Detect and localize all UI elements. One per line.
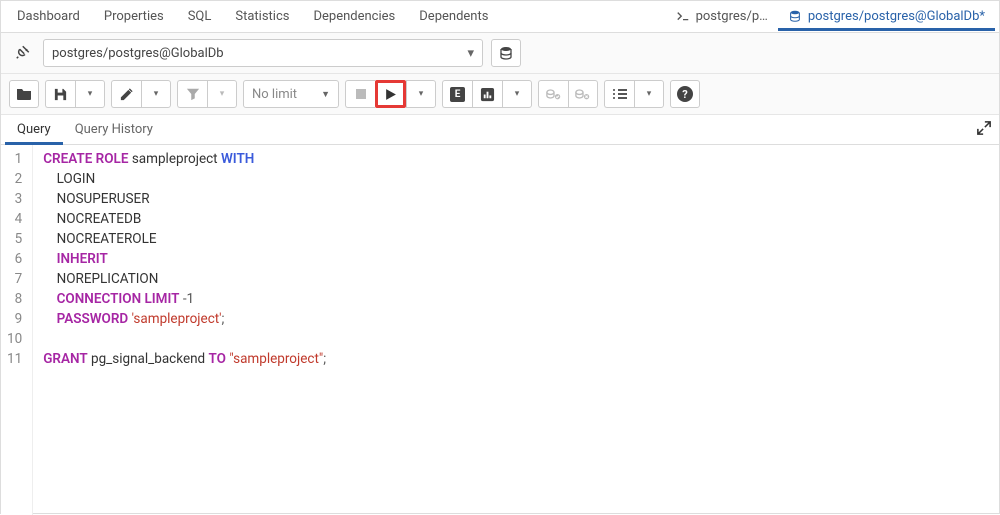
filter-button[interactable] — [177, 80, 207, 108]
save-icon — [53, 87, 68, 102]
connection-value: postgres/postgres@GlobalDb — [52, 46, 224, 61]
subtab-history[interactable]: Query History — [63, 115, 165, 144]
line-num: 5 — [7, 229, 22, 249]
stop-button[interactable] — [345, 80, 375, 108]
filter-group: ▾ — [177, 80, 237, 108]
execute-button[interactable] — [375, 80, 406, 108]
tab-statistics[interactable]: Statistics — [223, 2, 301, 31]
file-tab-active-label: postgres/postgres@GlobalDb* — [808, 9, 985, 24]
line-num: 2 — [7, 169, 22, 189]
explain-group: E ▾ — [442, 80, 532, 108]
execute-dropdown[interactable]: ▾ — [406, 80, 436, 108]
new-connection-button[interactable] — [491, 39, 521, 67]
commit-icon — [546, 87, 562, 101]
limit-label: No limit — [252, 87, 297, 102]
file-tab-inactive-label: postgres/p… — [696, 9, 768, 24]
expand-editor-button[interactable] — [977, 121, 991, 135]
terminal-icon — [676, 10, 690, 24]
chevron-down-icon: ▾ — [467, 46, 474, 61]
bar-chart-icon — [480, 87, 495, 102]
macros-dropdown[interactable]: ▾ — [634, 80, 664, 108]
rollback-icon — [575, 87, 591, 101]
line-num: 3 — [7, 189, 22, 209]
chevron-down-icon: ▼ — [321, 89, 330, 100]
subtab-query[interactable]: Query — [5, 115, 63, 145]
line-num: 10 — [7, 329, 22, 349]
explain-icon: E — [450, 87, 465, 102]
database-icon — [498, 45, 514, 61]
edit-button[interactable] — [111, 80, 141, 108]
open-file-button[interactable] — [9, 80, 39, 108]
chevron-down-icon: ▾ — [515, 89, 520, 99]
pencil-icon — [119, 87, 134, 102]
chevron-down-icon: ▾ — [220, 89, 225, 99]
save-group: ▾ — [45, 80, 105, 108]
sql-editor[interactable]: 1 2 3 4 5 6 7 8 9 10 11 CREATE ROLE samp… — [1, 145, 999, 515]
line-num: 9 — [7, 309, 22, 329]
analyze-button[interactable] — [472, 80, 502, 108]
analyze-dropdown[interactable]: ▾ — [502, 80, 532, 108]
connection-row: postgres/postgres@GlobalDb ▾ — [1, 33, 999, 74]
line-num: 6 — [7, 249, 22, 269]
query-toolbar: ▾ ▾ ▾ No limit ▼ ▾ E ▾ — [1, 74, 999, 115]
tab-dependents[interactable]: Dependents — [407, 2, 500, 31]
commit-group — [538, 80, 598, 108]
database-stack-icon — [788, 9, 802, 23]
list-icon — [612, 88, 628, 100]
chevron-down-icon: ▾ — [154, 89, 159, 99]
line-gutter: 1 2 3 4 5 6 7 8 9 10 11 — [1, 145, 33, 515]
line-num: 1 — [7, 149, 22, 169]
connection-plug-icon — [9, 40, 35, 66]
file-tab-inactive[interactable]: postgres/p… — [666, 3, 778, 30]
tab-properties[interactable]: Properties — [92, 2, 176, 31]
filter-icon — [186, 87, 200, 101]
line-num: 11 — [7, 349, 22, 369]
edit-group: ▾ — [111, 80, 171, 108]
run-group: ▾ — [345, 80, 436, 108]
connection-select[interactable]: postgres/postgres@GlobalDb ▾ — [43, 39, 483, 67]
folder-icon — [16, 87, 32, 101]
tab-dependencies[interactable]: Dependencies — [301, 2, 407, 31]
filter-dropdown[interactable]: ▾ — [207, 80, 237, 108]
explain-button[interactable]: E — [442, 80, 472, 108]
line-num: 8 — [7, 289, 22, 309]
chevron-down-icon: ▾ — [88, 89, 93, 99]
tab-sql[interactable]: SQL — [176, 2, 224, 31]
chevron-down-icon: ▾ — [419, 89, 424, 99]
query-subtabs: Query Query History — [1, 115, 999, 145]
help-icon: ? — [677, 86, 693, 102]
line-num: 7 — [7, 269, 22, 289]
help-button[interactable]: ? — [670, 80, 700, 108]
macros-button[interactable] — [604, 80, 634, 108]
file-tab-active[interactable]: postgres/postgres@GlobalDb* — [778, 3, 995, 31]
play-icon — [384, 88, 397, 101]
save-button[interactable] — [45, 80, 75, 108]
limit-select[interactable]: No limit ▼ — [243, 80, 339, 108]
commit-button[interactable] — [538, 80, 568, 108]
rollback-button[interactable] — [568, 80, 598, 108]
edit-dropdown[interactable]: ▾ — [141, 80, 171, 108]
top-nav-tabs: Dashboard Properties SQL Statistics Depe… — [1, 1, 999, 33]
stop-icon — [355, 88, 367, 100]
save-dropdown[interactable]: ▾ — [75, 80, 105, 108]
chevron-down-icon: ▾ — [647, 89, 652, 99]
expand-icon — [977, 121, 991, 135]
macro-group: ▾ — [604, 80, 664, 108]
line-num: 4 — [7, 209, 22, 229]
code-area[interactable]: CREATE ROLE sampleproject WITH LOGIN NOS… — [33, 145, 336, 515]
tab-dashboard[interactable]: Dashboard — [5, 2, 92, 31]
